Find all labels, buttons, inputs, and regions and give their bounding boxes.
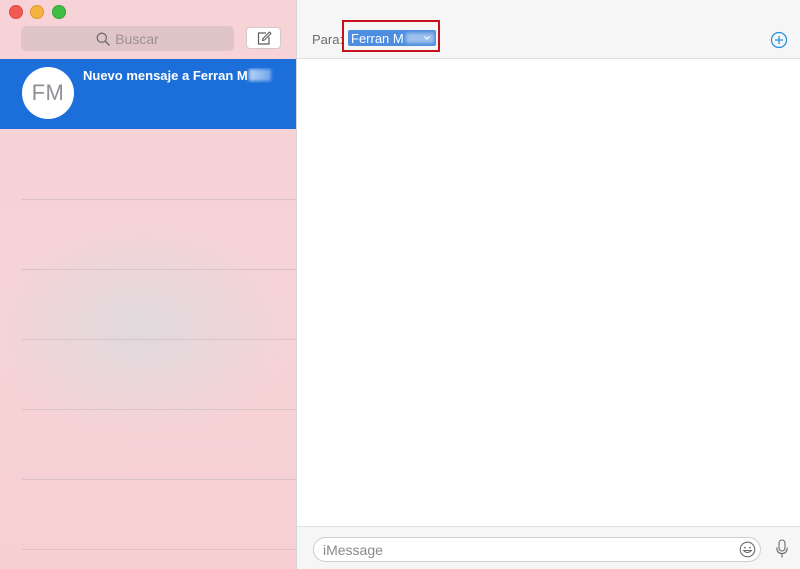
plus-circle-icon[interactable] xyxy=(770,31,788,49)
conversation-title-text: Nuevo mensaje a Ferran M xyxy=(83,68,248,83)
zoom-window-button[interactable] xyxy=(52,5,66,19)
conversation-pane: Para: Ferran M xyxy=(297,0,800,569)
recipient-token[interactable]: Ferran M xyxy=(348,30,436,46)
list-separator xyxy=(22,269,296,270)
recipient-highlight: Ferran M xyxy=(342,20,440,52)
search-icon xyxy=(96,32,110,46)
minimize-window-button[interactable] xyxy=(30,5,44,19)
message-input[interactable] xyxy=(313,537,761,562)
microphone-icon[interactable] xyxy=(775,539,789,559)
recipient-name: Ferran M xyxy=(351,30,404,46)
list-separator xyxy=(22,199,296,200)
search-field[interactable]: Buscar xyxy=(21,26,234,51)
emoji-icon[interactable] xyxy=(739,541,756,558)
list-separator xyxy=(22,409,296,410)
list-separator xyxy=(22,549,296,550)
list-separator xyxy=(22,339,296,340)
conversation-item-selected[interactable]: FM Nuevo mensaje a Ferran M xyxy=(0,59,296,129)
close-window-button[interactable] xyxy=(9,5,23,19)
avatar-initials: FM xyxy=(31,80,65,105)
chevron-down-icon[interactable] xyxy=(423,34,431,42)
search-placeholder: Buscar xyxy=(115,30,159,47)
sidebar: Buscar FM Nuevo mensaje a Ferran M xyxy=(0,0,296,569)
avatar: FM xyxy=(22,67,74,119)
compose-icon xyxy=(257,30,272,45)
list-separator xyxy=(22,479,296,480)
redacted-name xyxy=(248,69,271,81)
compose-button[interactable] xyxy=(246,27,281,49)
composer-bar xyxy=(297,526,800,569)
recipient-header: Para: Ferran M xyxy=(297,0,800,59)
conversation-title: Nuevo mensaje a Ferran M xyxy=(83,68,283,83)
to-label: Para: xyxy=(312,32,344,47)
